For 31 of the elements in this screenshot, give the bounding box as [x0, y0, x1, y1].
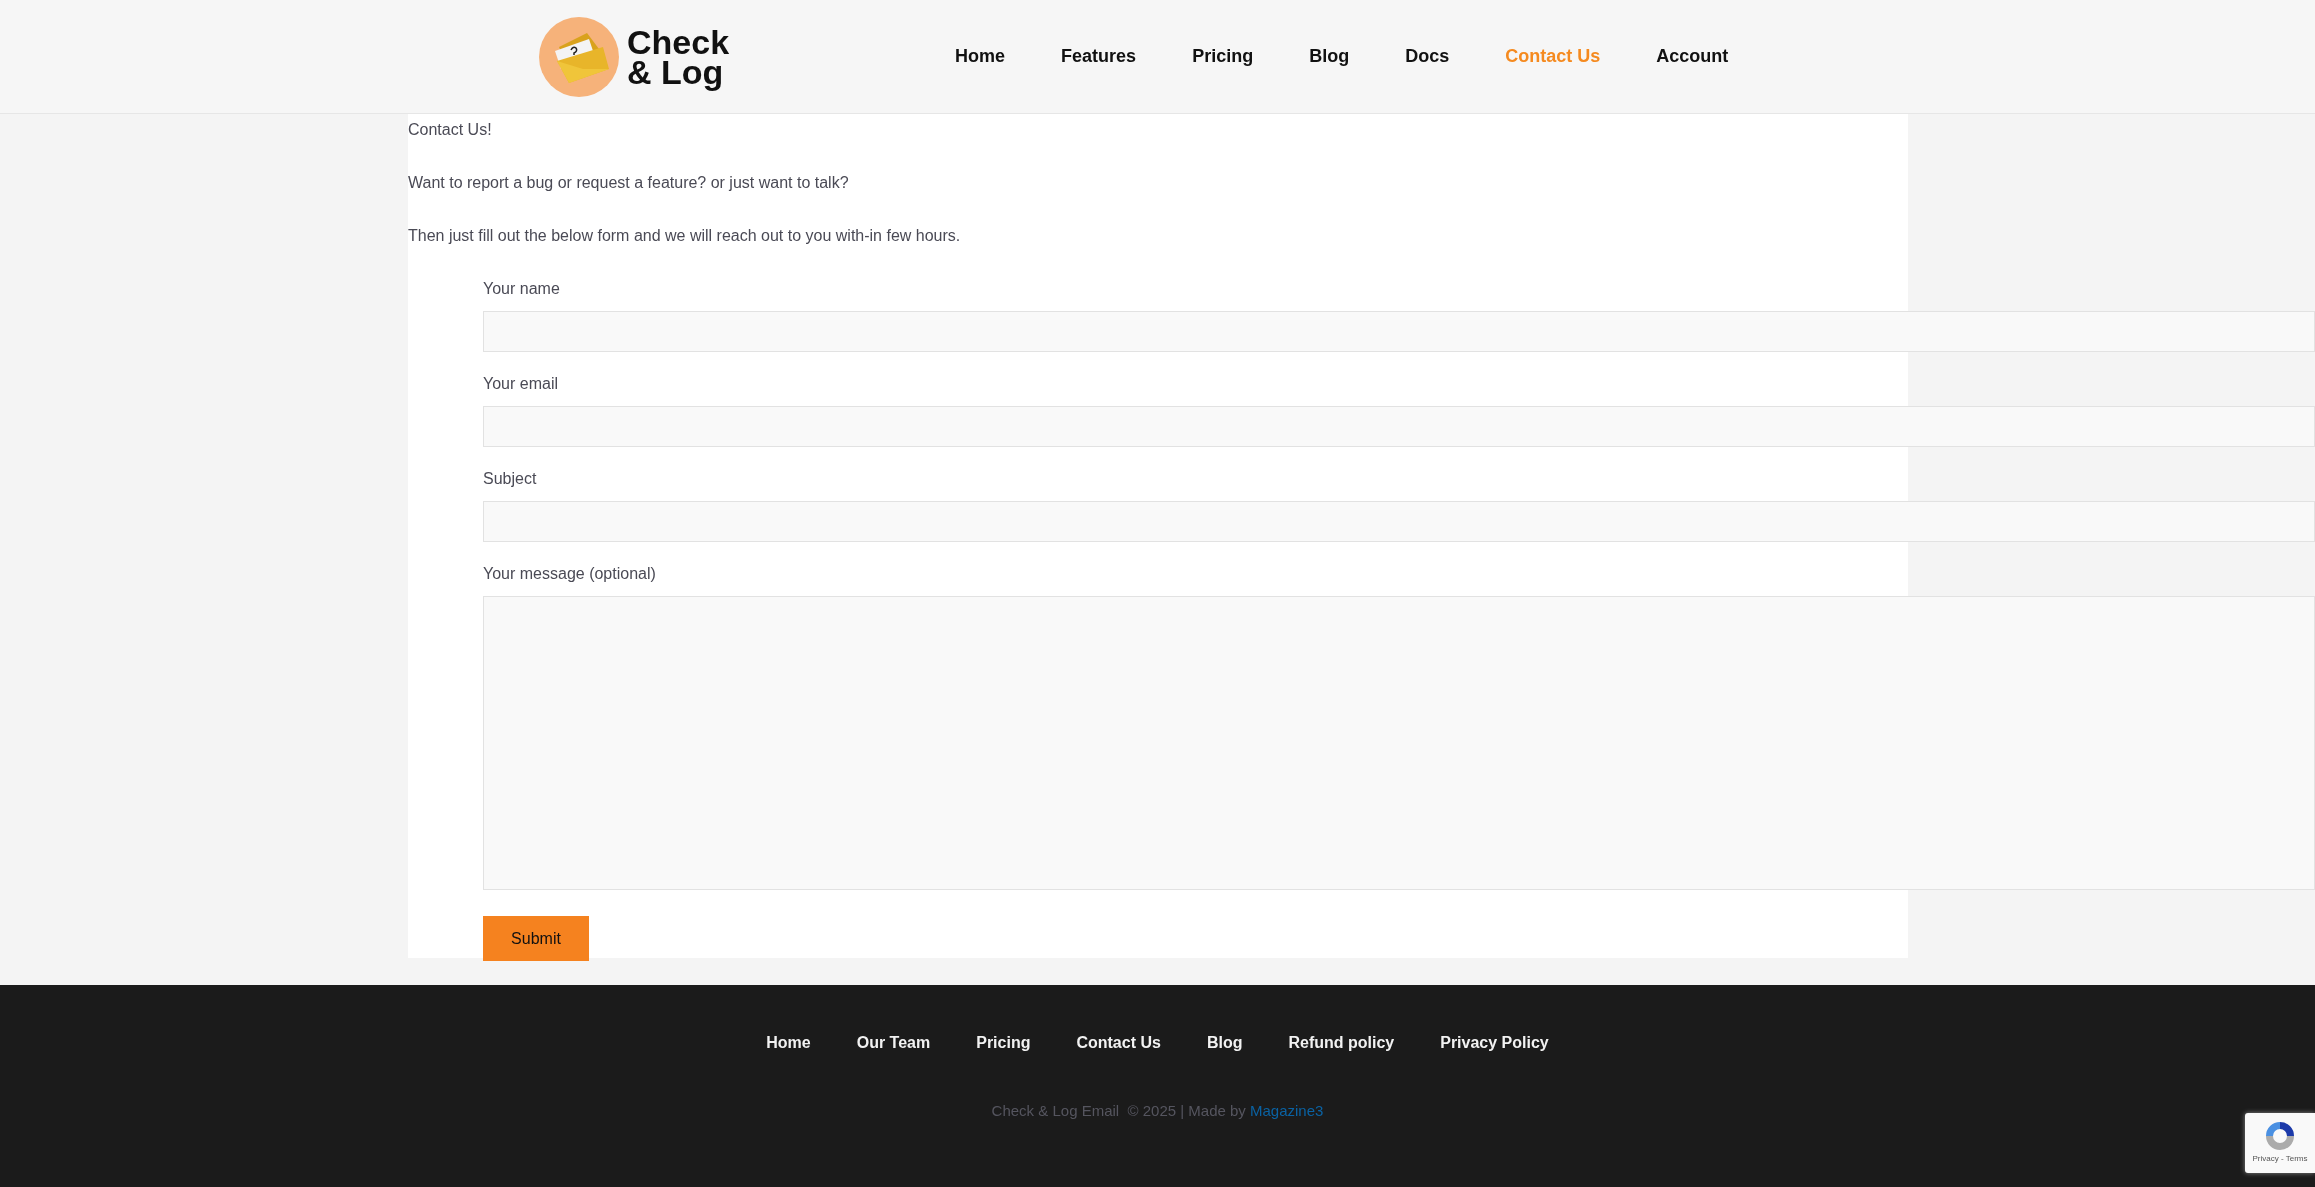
intro-text: Then just fill out the below form and we will reach out to you with-in few hours. — [408, 226, 961, 246]
text-input-field[interactable] — [483, 311, 2315, 352]
intro-text: Want to report a bug or request a feature? or just want to talk? — [408, 173, 849, 193]
footer-link[interactable]: Contact Us — [1076, 1031, 1161, 1055]
nav-link[interactable]: Features — [1061, 43, 1137, 70]
field-label: Your message (optional) — [483, 564, 656, 584]
footer-link[interactable]: Privacy Policy — [1440, 1031, 1549, 1055]
site-logo-link[interactable]: Check & Log — [539, 16, 730, 97]
submit-button[interactable]: Submit — [483, 916, 589, 961]
page-heading: Contact Us! — [408, 120, 492, 140]
field-label: Subject — [483, 469, 537, 489]
field-label: Your name — [483, 279, 560, 299]
logo-text: Check — [627, 26, 730, 57]
privacy-terms-link[interactable]: Privacy - Terms — [2252, 1153, 2308, 1165]
footer-link[interactable]: Home — [766, 1031, 811, 1055]
recaptcha-icon — [2263, 1119, 2297, 1153]
nav-link[interactable]: Blog — [1309, 43, 1350, 70]
envelope-logo-icon — [539, 16, 619, 97]
footer-link[interactable]: Refund policy — [1288, 1031, 1395, 1055]
footer-link[interactable]: Pricing — [976, 1031, 1031, 1055]
nav-link[interactable]: Home — [955, 43, 1006, 70]
field-label: Your email — [483, 374, 558, 394]
text-input-field[interactable] — [483, 406, 2315, 447]
nav-link[interactable]: Docs — [1405, 43, 1450, 70]
nav-link[interactable]: Pricing — [1192, 43, 1254, 70]
footer-link[interactable]: Blog — [1206, 1031, 1243, 1055]
text-input-field[interactable] — [483, 501, 2315, 542]
copyright-text: Check & Log Email © 2025 | Made by — [991, 1101, 1246, 1121]
footer-link[interactable]: Our Team — [856, 1031, 931, 1055]
message-textarea[interactable] — [483, 596, 2315, 890]
nav-link[interactable]: Account — [1656, 43, 1729, 70]
